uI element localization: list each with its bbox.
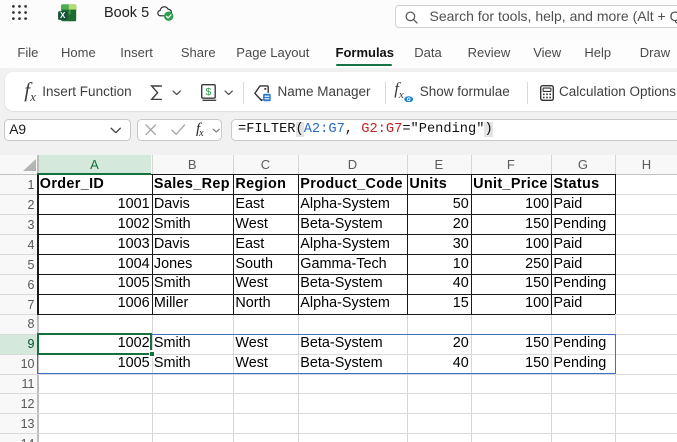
svg-text:$: $ [205, 86, 211, 98]
svg-text:X: X [60, 11, 66, 20]
